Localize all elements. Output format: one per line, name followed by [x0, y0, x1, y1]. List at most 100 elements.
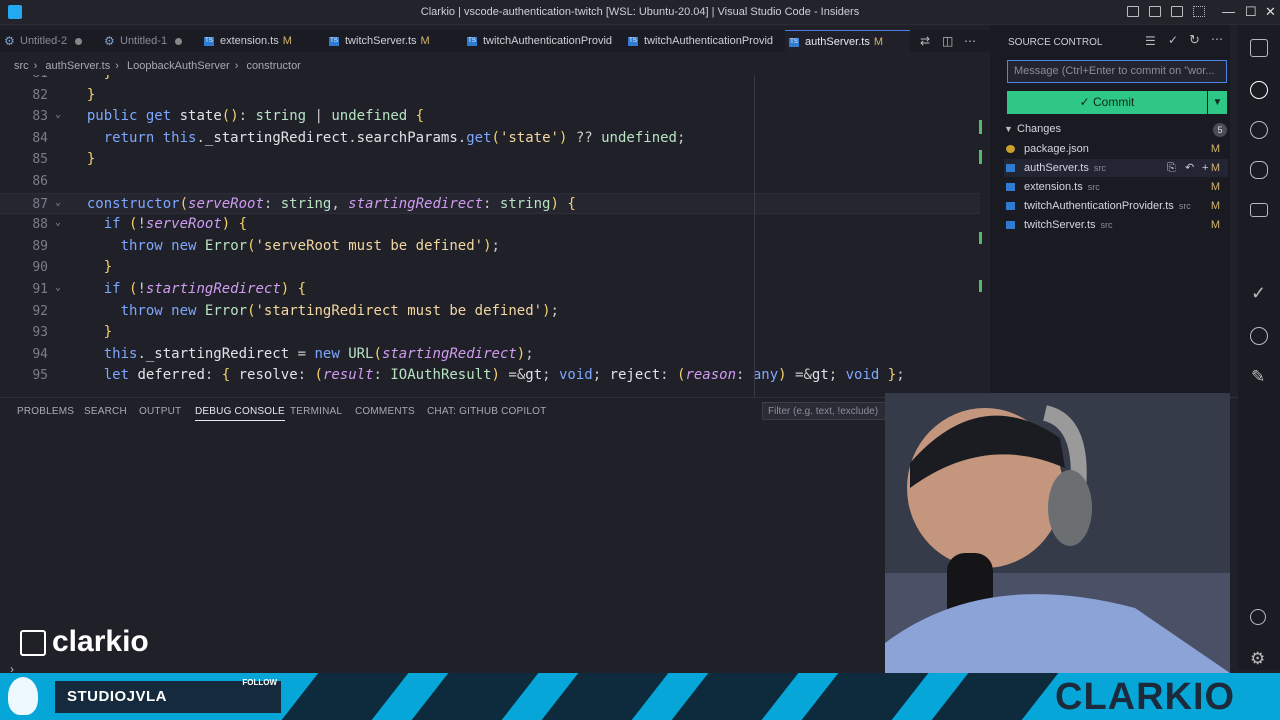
editor-ruler	[754, 75, 755, 397]
panel-tab-terminal[interactable]: TERMINAL	[290, 406, 342, 417]
source-control-icon[interactable]	[1250, 81, 1268, 99]
typescript-file-icon: TS	[628, 37, 638, 46]
breadcrumb-file[interactable]: authServer.ts	[45, 60, 110, 72]
change-item-extension-ts[interactable]: extension.ts src M	[1004, 178, 1228, 196]
code-line-91[interactable]: 91 ⌄ if (!startingRedirect) {	[0, 279, 980, 300]
code-editor[interactable]: 81 }82 } 83 ⌄ public get state(): string |…	[0, 75, 990, 397]
customize-layout-icon[interactable]	[1193, 6, 1205, 17]
code-text: }	[86, 151, 96, 168]
code-line-93[interactable]: 93 }	[0, 322, 980, 343]
code-line-95[interactable]: 95 let deferred: { resolve: (result: IOA…	[0, 365, 980, 386]
panel-tab-debug-console[interactable]: DEBUG CONSOLE	[195, 406, 285, 421]
tab-extension-ts[interactable]: TS extension.ts M	[200, 30, 318, 52]
tab-authserver-ts[interactable]: TS authServer.ts M	[785, 30, 910, 52]
remote-explorer-icon[interactable]	[1250, 203, 1268, 217]
line-number: 89	[32, 238, 48, 254]
run-debug-icon[interactable]	[1250, 161, 1268, 179]
breadcrumb-member[interactable]: constructor	[246, 60, 300, 72]
code-line-89[interactable]: 89 throw new Error('serveRoot must be de…	[0, 236, 980, 257]
fold-chevron-icon[interactable]: ⌄	[55, 197, 61, 208]
typescript-file-icon	[1006, 183, 1015, 191]
lightbulb-icon	[8, 677, 38, 715]
stage-changes-icon[interactable]: +	[1202, 159, 1208, 177]
code-line-84[interactable]: 84 return this._startingRedirect.searchP…	[0, 128, 980, 149]
code-line-82[interactable]: 82 }	[0, 85, 980, 106]
more-actions-icon[interactable]: ⋯	[964, 34, 976, 48]
commit-button[interactable]: ✓ Commit	[1007, 91, 1207, 114]
github-icon[interactable]	[1250, 121, 1268, 139]
follower-alert: STUDIOJVLA FOLLOW	[55, 678, 281, 713]
json-file-icon	[1006, 145, 1015, 153]
toggle-secondary-sidebar-icon[interactable]	[1171, 6, 1183, 17]
line-number: 84	[32, 130, 48, 146]
code-line-88[interactable]: 88 ⌄ if (!serveRoot) {	[0, 214, 980, 235]
tab-twitchauthprovider-1[interactable]: TS twitchAuthenticationProvid	[463, 30, 621, 52]
breadcrumb-folder[interactable]: src	[14, 60, 29, 72]
chevron-down-icon: ▼	[1212, 97, 1223, 108]
minimize-icon[interactable]: —	[1222, 4, 1235, 19]
panel-tab-comments[interactable]: COMMENTS	[355, 406, 415, 417]
change-item-package-json[interactable]: package.json M	[1004, 140, 1228, 158]
testing-icon[interactable]: ✓	[1251, 283, 1266, 304]
extensions-icon[interactable]	[1250, 327, 1268, 345]
line-number: 83	[32, 109, 48, 125]
code-line-81[interactable]: 81 }	[0, 75, 980, 84]
accounts-icon[interactable]	[1250, 609, 1266, 625]
code-text: }	[86, 86, 96, 103]
code-line-94[interactable]: 94 this._startingRedirect = new URL(star…	[0, 344, 980, 365]
tab-twitchserver-ts[interactable]: TS twitchServer.ts M	[325, 30, 460, 52]
pen-icon[interactable]: ✎	[1251, 367, 1265, 387]
code-line-85[interactable]: 85 }	[0, 149, 980, 170]
close-icon[interactable]: ✕	[1265, 4, 1276, 20]
manage-gear-icon[interactable]: ⚙	[1250, 649, 1265, 669]
change-item-authserver-ts[interactable]: authServer.ts src ⎘ ↶ + M	[1004, 159, 1228, 177]
toggle-sidebar-icon[interactable]	[1127, 6, 1139, 17]
maximize-icon[interactable]: ☐	[1245, 4, 1257, 20]
code-line-92[interactable]: 92 throw new Error('startingRedirect mus…	[0, 301, 980, 322]
line-number: 86	[32, 174, 48, 189]
tab-untitled-1[interactable]: ⚙ Untitled-1	[100, 30, 196, 52]
fold-chevron-icon[interactable]: ⌄	[55, 282, 61, 293]
explorer-icon[interactable]	[1250, 39, 1268, 57]
git-change-marker	[979, 280, 982, 292]
breadcrumb-class[interactable]: LoopbackAuthServer	[127, 60, 230, 72]
change-item-twitchauthprovider-ts[interactable]: twitchAuthenticationProvider.ts src M	[1004, 197, 1228, 215]
commit-check-icon[interactable]: ✓	[1168, 33, 1178, 47]
discard-changes-icon[interactable]: ↶	[1185, 159, 1194, 177]
commit-dropdown-button[interactable]: ▼	[1208, 91, 1227, 114]
channel-logo: clarkio	[20, 625, 149, 659]
unsaved-dot-icon	[75, 37, 83, 45]
code-line-83[interactable]: 83 ⌄ public get state(): string | undefin…	[0, 106, 980, 127]
split-editor-icon[interactable]: ◫	[942, 34, 953, 48]
toggle-panel-icon[interactable]	[1149, 6, 1161, 17]
compare-changes-icon[interactable]: ⇄	[920, 34, 930, 48]
open-file-icon[interactable]: ⎘	[1167, 159, 1176, 177]
tab-twitchauthprovider-2[interactable]: TS twitchAuthenticationProvid	[624, 30, 782, 52]
refresh-icon[interactable]: ↻	[1189, 32, 1200, 48]
panel-tab-search[interactable]: SEARCH	[84, 406, 127, 417]
line-number: 87	[32, 196, 48, 212]
commit-message-input[interactable]: Message (Ctrl+Enter to commit on "wor...	[1007, 60, 1227, 83]
code-line-86[interactable]: 86	[0, 171, 980, 192]
typescript-file-icon: TS	[329, 37, 339, 46]
git-change-marker	[979, 232, 982, 244]
panel-tab-output[interactable]: OUTPUT	[139, 406, 181, 417]
code-line-87[interactable]: 87 ⌄ constructor(serveRoot: string, start…	[0, 192, 980, 214]
view-as-list-icon[interactable]: ☰	[1145, 34, 1156, 48]
changes-header[interactable]: Changes	[1017, 123, 1061, 135]
webcam-video	[885, 393, 1230, 673]
fold-chevron-icon[interactable]: ⌄	[55, 109, 61, 120]
change-item-twitchserver-ts[interactable]: twitchServer.ts src M	[1004, 216, 1228, 234]
line-number: 85	[32, 152, 48, 168]
chevron-down-icon[interactable]: ▼	[1004, 124, 1013, 134]
code-line-90[interactable]: 90 }	[0, 257, 980, 278]
panel-tab-problems[interactable]: PROBLEMS	[17, 406, 74, 417]
fold-chevron-icon[interactable]: ⌄	[55, 217, 61, 228]
panel-tab-chat-copilot[interactable]: CHAT: GITHUB COPILOT	[427, 406, 546, 417]
code-text: let deferred: { resolve: (result: IOAuth…	[103, 367, 905, 384]
twitch-icon	[20, 630, 46, 657]
line-number: 88	[32, 217, 48, 233]
code-text: public get state(): string | undefined {	[86, 108, 425, 125]
tab-untitled-2[interactable]: ⚙ Untitled-2	[0, 30, 96, 52]
more-actions-icon[interactable]: ⋯	[1211, 32, 1223, 46]
